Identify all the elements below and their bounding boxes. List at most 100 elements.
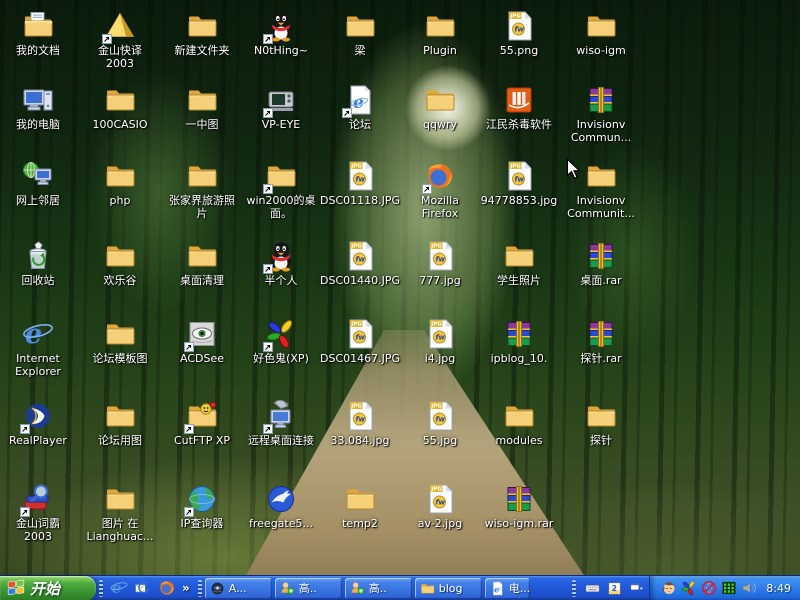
desktop-icon-label: 论坛 <box>320 118 400 131</box>
desktop-icon-my-computer[interactable]: 我的电脑 <box>0 84 78 131</box>
desktop-icon-plugin[interactable]: Plugin <box>400 10 480 57</box>
desktop-icon-av-2-jpg[interactable]: JPGfwav-2.jpg <box>400 483 480 530</box>
desktop-icon-label: 55.png <box>479 44 559 57</box>
firefox-quicklaunch-icon[interactable] <box>156 578 177 599</box>
desktop-icon-temp2[interactable]: temp2 <box>320 483 400 530</box>
tasks-handle[interactable] <box>198 580 202 597</box>
desktop-icon-tupian-lianghuac[interactable]: 图片 在 Lianghuac... <box>80 483 160 543</box>
desktop-icon-haosegui-xp[interactable]: 好色鬼(XP) <box>241 318 321 365</box>
windows-logo-icon <box>7 579 25 597</box>
task-button-label: A... <box>229 582 247 595</box>
quick-launch-overflow-chevron[interactable]: » <box>179 581 193 595</box>
outlook-express-quicklaunch-icon[interactable] <box>132 578 153 599</box>
desktop-icon-cutftp-xp[interactable]: CutFTP XP <box>162 400 242 447</box>
desktop-icon-ip-query[interactable]: IP查询器 <box>162 483 242 530</box>
desktop-icon-label: temp2 <box>320 517 400 530</box>
task-button-5[interactable]: e电... <box>485 578 530 599</box>
desktop-icon-label: freegate5... <box>241 517 321 530</box>
input-method-icon[interactable]: 2 <box>605 579 623 597</box>
desktop-icon-ipblog-10[interactable]: ipblog_10. <box>479 318 559 365</box>
desktop-icon-label: Invisionv Commun... <box>561 118 641 144</box>
desktop-icon-zhuomian-rar[interactable]: 桌面.rar <box>561 240 641 287</box>
folder-icon <box>585 400 617 432</box>
desktop-icon-kingsoft-kuaiyi-2003[interactable]: 金山快译 2003 <box>80 10 160 70</box>
pinwheel-tray-icon[interactable] <box>681 580 697 596</box>
toolbar-window-icon[interactable] <box>627 579 645 597</box>
desktop-icon-jiangmin-antivirus[interactable]: 江民杀毒软件 <box>479 84 559 131</box>
desktop-icon-recycle-bin[interactable]: 回收站 <box>0 240 78 287</box>
desktop-icon-100casio[interactable]: 100CASIO <box>80 84 160 131</box>
desktop-icon-liang[interactable]: 梁 <box>320 10 400 57</box>
svg-text:fw: fw <box>515 176 525 184</box>
speaker-tray-icon[interactable] <box>741 580 757 596</box>
desktop-icon-luntan-moban-tu[interactable]: 论坛模板图 <box>80 318 160 365</box>
desktop-icon-realplayer[interactable]: RealPlayer <box>0 400 78 447</box>
desktop-icon-bangeren[interactable]: 半个人 <box>241 240 321 287</box>
desktop-icon-dsc01440-jpg[interactable]: JPGfwDSC01440.JPG <box>320 240 400 287</box>
desktop-icon-tanzhen[interactable]: 探针 <box>561 400 641 447</box>
desktop-icon-55-png[interactable]: JPGfw 55.png <box>479 10 559 57</box>
desktop-icon-remote-desktop[interactable]: 远程桌面连接 <box>241 400 321 447</box>
network-places-icon <box>22 160 54 192</box>
desktop-icon-i4-jpg[interactable]: JPGfwi4.jpg <box>400 318 480 365</box>
desktop-icon-invisionv-communit[interactable]: Invisionv Communit... <box>561 160 641 220</box>
desktop-icon-dsc01118-jpg[interactable]: JPGfwDSC01118.JPG <box>320 160 400 207</box>
desktop-icon-33-084-jpg[interactable]: JPGfw33.084.jpg <box>320 400 400 447</box>
desktop-icon-php[interactable]: php <box>80 160 160 207</box>
desktop-icon-mozilla-firefox[interactable]: Mozilla Firefox <box>400 160 480 220</box>
keyboard-icon[interactable] <box>583 579 601 597</box>
desktop-icon-dsc01467-jpg[interactable]: JPGfwDSC01467.JPG <box>320 318 400 365</box>
desktop-icon-zhangjiajie-photos[interactable]: 张家界旅游照 片 <box>162 160 242 220</box>
desktop-icon-kingsoft-ciba-2003[interactable]: 金山词霸 2003 <box>0 483 78 543</box>
task-button-4[interactable]: blog <box>415 578 482 599</box>
desktop-icon-wiso-igm-rar[interactable]: wiso-igm.rar <box>479 483 559 530</box>
traffic-grid-tray-icon[interactable] <box>721 580 737 596</box>
desktop-icon-label: CutFTP XP <box>162 434 242 447</box>
task-button-2[interactable]: 高.. <box>275 578 342 599</box>
qq-penguin-icon <box>265 240 297 272</box>
folder-icon <box>503 240 535 272</box>
desktop-icon-nothing[interactable]: N0tHing~ <box>241 10 321 57</box>
desktop-icon-my-documents[interactable]: 我的文档 <box>0 10 78 57</box>
qq-avatar-tray-icon[interactable] <box>661 580 677 596</box>
desktop-icon-internet-explorer[interactable]: eInternet Explorer <box>0 318 78 378</box>
task-button-1[interactable]: A... <box>205 578 272 599</box>
internet-explorer-quicklaunch-icon[interactable]: e <box>108 578 129 599</box>
desktop-icon-huanlegu[interactable]: 欢乐谷 <box>80 240 160 287</box>
shortcut-arrow-icon <box>263 184 273 194</box>
quick-launch-handle[interactable] <box>99 580 103 597</box>
desktop-icon-qqwry[interactable]: qqwry <box>400 84 480 131</box>
desktop-icon-label: 好色鬼(XP) <box>241 352 321 365</box>
task-button-3[interactable]: 高.. <box>345 578 412 599</box>
folder-icon <box>104 84 136 116</box>
desktop-icon-vp-eye[interactable]: VP-EYE <box>241 84 321 131</box>
desktop-icon-invisionv-commun-rar[interactable]: Invisionv Commun... <box>561 84 641 144</box>
jpg-file-icon: JPGfw <box>424 240 456 272</box>
desktop-icon-tanzhen-rar[interactable]: 探针.rar <box>561 318 641 365</box>
desktop-icon-network-places[interactable]: 网上邻居 <box>0 160 78 207</box>
desktop-icon-wiso-igm[interactable]: wiso-igm <box>561 10 641 57</box>
desktop-icon-777-jpg[interactable]: JPGfw777.jpg <box>400 240 480 287</box>
folder-icon <box>104 483 136 515</box>
language-bar-handle[interactable] <box>572 580 576 597</box>
net-blocked-tray-icon[interactable] <box>701 580 717 596</box>
desktop-icon-luntan[interactable]: e论坛 <box>320 84 400 131</box>
desktop-icon-new-folder[interactable]: 新建文件夹 <box>162 10 242 57</box>
desktop-icon-label: 桌面.rar <box>561 274 641 287</box>
desktop-icon-student-photos[interactable]: 学生照片 <box>479 240 559 287</box>
desktop-icon-label: 我的文档 <box>0 44 78 57</box>
desktop-icon-yizhongtu[interactable]: 一中图 <box>162 84 242 131</box>
svg-text:JPG: JPG <box>430 322 442 328</box>
shortcut-arrow-icon <box>263 264 273 274</box>
desktop-icon-acdsee[interactable]: ACDSee <box>162 318 242 365</box>
start-button[interactable]: 开始 <box>0 576 96 600</box>
desktop-icon-modules[interactable]: modules <box>479 400 559 447</box>
desktop-icon-freegate5[interactable]: freegate5... <box>241 483 321 530</box>
desktop-icon-94778853-jpg[interactable]: JPGfw94778853.jpg <box>479 160 559 207</box>
jpg-file-icon: JPGfw <box>503 10 535 42</box>
desktop-icon-win2000-desktop[interactable]: win2000的桌 面。 <box>241 160 321 220</box>
desktop-icon-55-jpg[interactable]: JPGfw55.jpg <box>400 400 480 447</box>
desktop-icon-desktop-cleanup[interactable]: 桌面清理 <box>162 240 242 287</box>
desktop-icon-luntan-yong-tu[interactable]: 论坛用图 <box>80 400 160 447</box>
ciba-dict-icon <box>22 483 54 515</box>
